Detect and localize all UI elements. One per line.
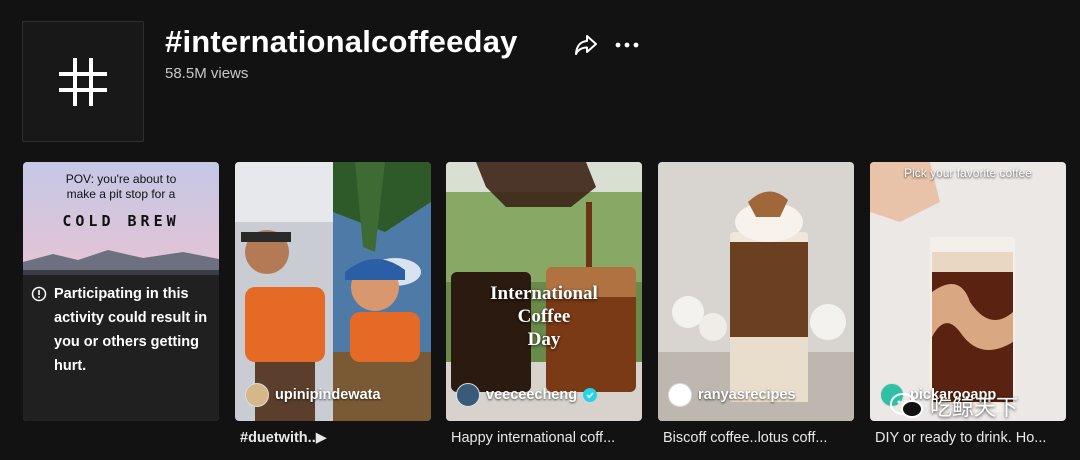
hashtag-icon: [59, 57, 107, 106]
pov-text: POV: you're about to make a pit stop for…: [65, 172, 177, 201]
video-card-3[interactable]: International Coffee Day veeceecheng: [446, 162, 642, 421]
wechat-icon: [890, 393, 923, 418]
video-caption-3[interactable]: Happy international coff...: [451, 430, 647, 446]
watermark-text: 吃鲸天下: [930, 396, 1019, 421]
video-card-5[interactable]: Pick your favorite coffee pickarooapp: [870, 162, 1066, 421]
username: upinipindewata: [275, 387, 381, 403]
hashtag-thumbnail: [22, 21, 144, 142]
avatar: [456, 383, 480, 407]
video-card-4[interactable]: ranyasrecipes: [658, 162, 854, 421]
video-author-4[interactable]: ranyasrecipes: [668, 383, 796, 407]
verified-badge-icon: [583, 388, 598, 402]
warning-text: Participating in this activity could res…: [54, 286, 208, 374]
avatar: [245, 383, 269, 407]
views-count: 58.5M views: [165, 65, 249, 82]
cold-brew-title: COLD BREW: [62, 212, 180, 230]
video-card-2[interactable]: upinipindewata: [235, 162, 431, 421]
video-caption-5[interactable]: DIY or ready to drink. Ho...: [875, 430, 1071, 446]
overlay-text: Pick your favorite coffee: [904, 166, 1032, 180]
video-caption-2[interactable]: #duetwith..▶: [240, 430, 436, 446]
video-caption-4[interactable]: Biscoff coffee..lotus coff...: [663, 430, 859, 446]
watermark: 吃鲸天下: [890, 390, 1018, 422]
share-button[interactable]: [573, 33, 599, 57]
avatar: [668, 383, 692, 407]
page-title: #internationalcoffeeday: [165, 24, 518, 59]
video-author-2[interactable]: upinipindewata: [245, 383, 381, 407]
video-card-1[interactable]: POV: you're about to make a pit stop for…: [23, 162, 219, 421]
more-button[interactable]: [614, 33, 640, 57]
more-icon: [615, 42, 639, 48]
username: veeceecheng: [486, 387, 578, 403]
overlay-title: International Coffee Day: [490, 283, 598, 350]
share-icon: [575, 35, 597, 55]
info-icon: [31, 286, 47, 302]
video-author-3[interactable]: veeceecheng: [456, 383, 598, 407]
username: ranyasrecipes: [698, 387, 796, 403]
